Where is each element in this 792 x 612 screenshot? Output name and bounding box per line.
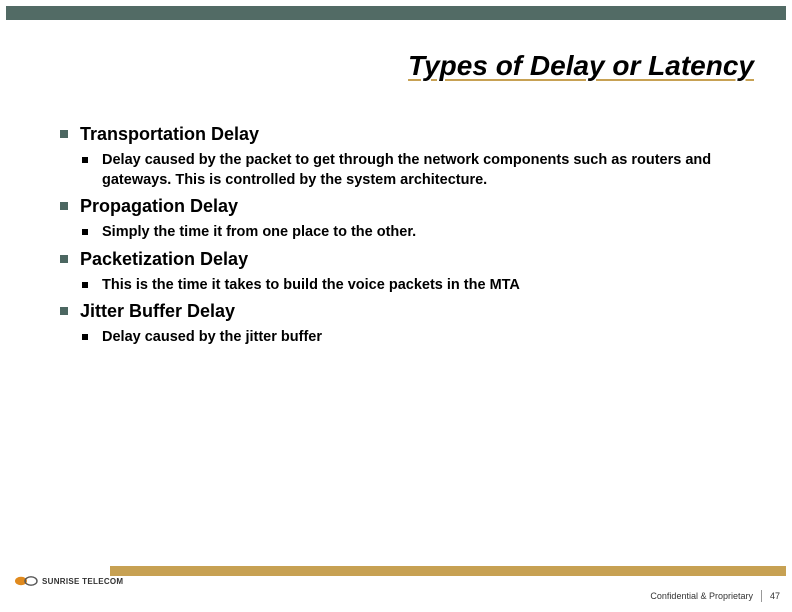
bullet-transportation-delay: Transportation Delay xyxy=(60,124,752,145)
bullet-propagation-delay: Propagation Delay xyxy=(60,196,752,217)
sub-bullet: Delay caused by the jitter buffer xyxy=(82,328,752,348)
bullet-jitter-buffer-delay: Jitter Buffer Delay xyxy=(60,301,752,322)
header-bar xyxy=(6,6,786,20)
slide-body: Transportation Delay Delay caused by the… xyxy=(60,118,752,352)
page-number: 47 xyxy=(770,591,780,601)
logo-icon xyxy=(14,574,38,588)
sub-bullet: Simply the time it from one place to the… xyxy=(82,223,752,243)
footer-accent-bar xyxy=(110,566,786,576)
sub-bullet: This is the time it takes to build the v… xyxy=(82,276,752,296)
confidential-label: Confidential & Proprietary xyxy=(650,591,753,601)
sub-bullet: Delay caused by the packet to get throug… xyxy=(82,151,752,190)
logo-text: SUNRISE TELECOM xyxy=(42,577,123,586)
logo: SUNRISE TELECOM xyxy=(14,574,123,588)
slide-title: Types of Delay or Latency xyxy=(0,50,754,82)
footer-separator xyxy=(761,590,762,602)
bullet-packetization-delay: Packetization Delay xyxy=(60,249,752,270)
footer-right: Confidential & Proprietary 47 xyxy=(650,590,780,602)
